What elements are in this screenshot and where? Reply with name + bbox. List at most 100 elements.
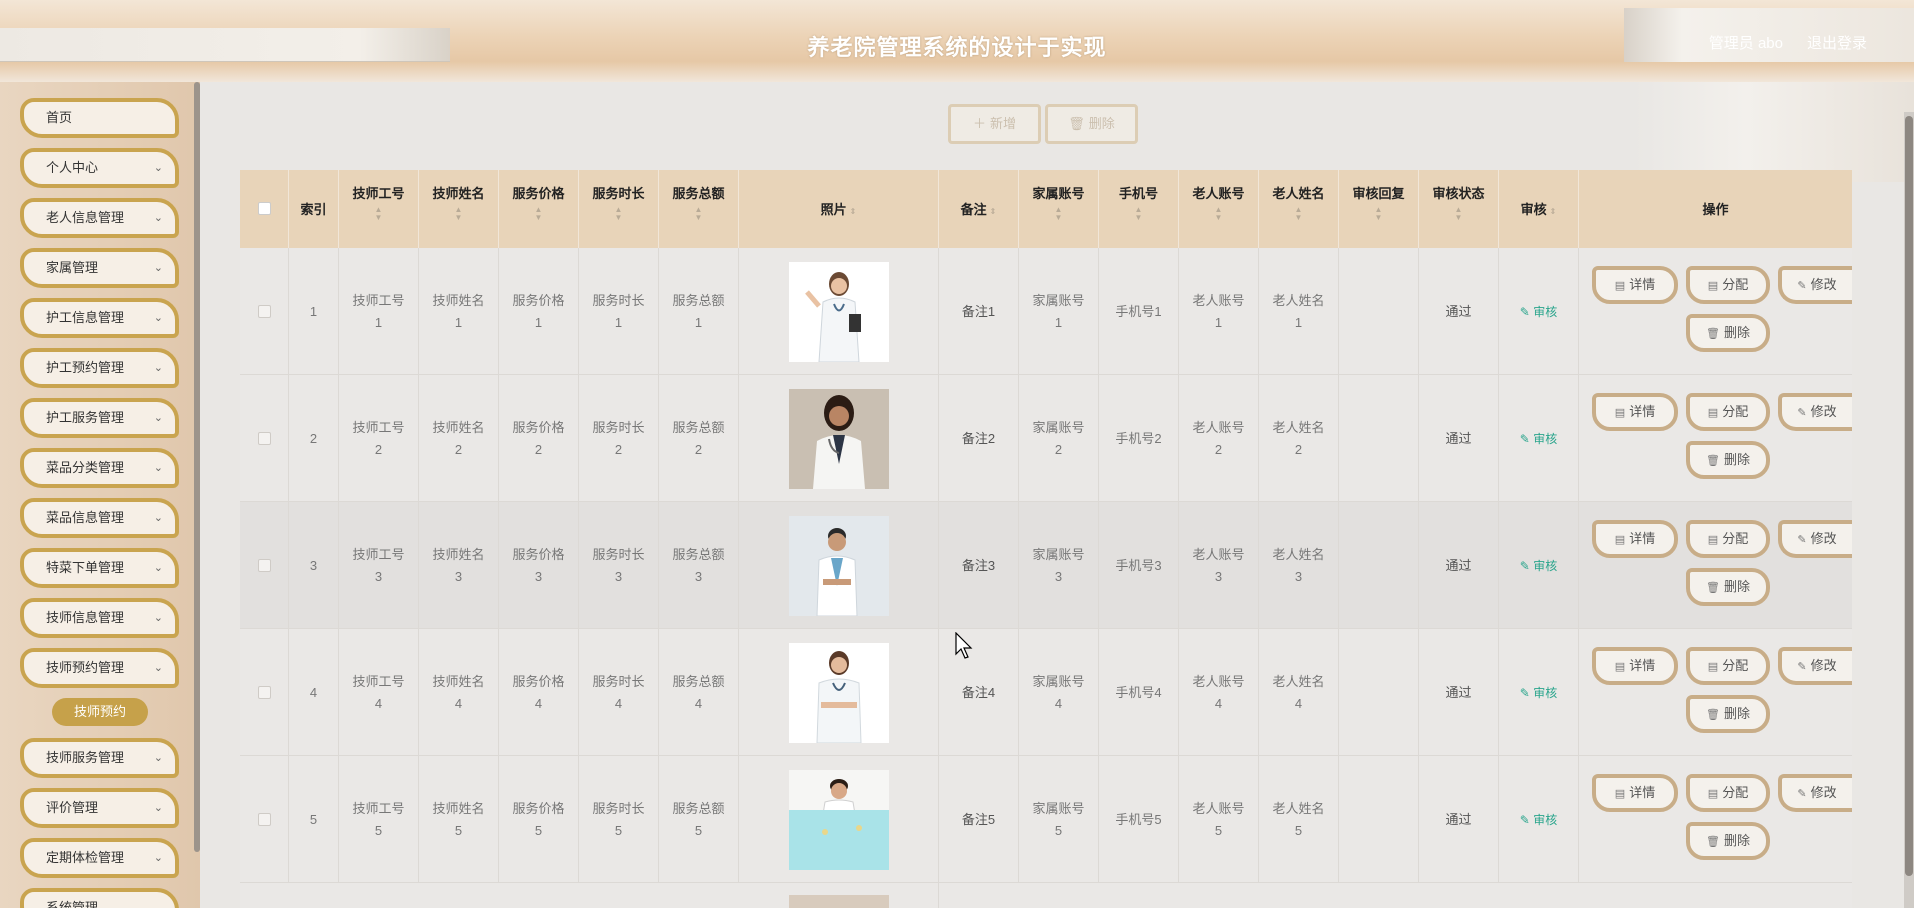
- phone-cell: 手机号5: [1099, 756, 1179, 883]
- row-checkbox[interactable]: [257, 432, 271, 445]
- sort-icon[interactable]: ▲ ▼: [579, 206, 658, 222]
- sidebar-item-review[interactable]: 评价管理 ⌄: [20, 788, 179, 828]
- table-row: 2 技师工号 2 技师姓名 2 服务价格 2 服务时长 2 服务总额 2 备注2 家属账号…: [240, 375, 1852, 502]
- delete-button[interactable]: 🗑 删除: [1686, 822, 1770, 860]
- sidebar-item-technician-info[interactable]: 技师信息管理 ⌄: [20, 598, 179, 638]
- assign-button[interactable]: ▤ 分配: [1686, 774, 1770, 812]
- sidebar-item-special-order[interactable]: 特菜下单管理 ⌄: [20, 548, 179, 588]
- sidebar-item-home[interactable]: 首页: [20, 98, 179, 138]
- assign-button[interactable]: ▤ 分配: [1686, 393, 1770, 431]
- edit-button[interactable]: ✎ 修改: [1778, 266, 1852, 304]
- sort-icon[interactable]: ▲ ▼: [339, 206, 418, 222]
- assign-button[interactable]: ▤ 分配: [1686, 266, 1770, 304]
- sidebar-item-caregiver-service[interactable]: 护工服务管理 ⌄: [20, 398, 179, 438]
- technician-photo[interactable]: [788, 895, 889, 908]
- chevron-down-icon: ⌄: [153, 752, 163, 764]
- header-remark[interactable]: 备注 ⇕: [939, 170, 1019, 248]
- header-photo[interactable]: 照片 ⇕: [739, 170, 939, 248]
- logout-link[interactable]: 退出登录: [1807, 32, 1867, 53]
- total-num: 4: [694, 695, 703, 711]
- audit-link[interactable]: ✎ 审核: [1520, 682, 1557, 704]
- sidebar-item-caregiver-info[interactable]: 护工信息管理 ⌄: [20, 298, 179, 338]
- header-audit-reply[interactable]: 审核回复 ▲ ▼: [1339, 170, 1419, 248]
- detail-button[interactable]: ▤ 详情: [1592, 520, 1678, 558]
- header-audit[interactable]: 审核 ⇕: [1499, 170, 1579, 248]
- edit-button[interactable]: ✎ 修改: [1778, 520, 1852, 558]
- add-button[interactable]: ＋ 新增: [948, 104, 1041, 144]
- header-tech-no[interactable]: 技师工号 ▲ ▼: [339, 170, 419, 248]
- elder-account-text: 老人账号: [1192, 673, 1245, 689]
- header-audit-status[interactable]: 审核状态 ▲ ▼: [1419, 170, 1499, 248]
- detail-button[interactable]: ▤ 详情: [1592, 393, 1678, 431]
- sidebar-item-elder-info[interactable]: 老人信息管理 ⌄: [20, 198, 179, 238]
- header-duration[interactable]: 服务时长 ▲ ▼: [579, 170, 659, 248]
- elder-name-cell: 老人姓名 4: [1259, 629, 1339, 756]
- header-tech-name[interactable]: 技师姓名 ▲ ▼: [419, 170, 499, 248]
- duration-num: 5: [614, 822, 623, 838]
- sidebar-item-checkup[interactable]: 定期体检管理 ⌄: [20, 838, 179, 878]
- sidebar-item-dish-category[interactable]: 菜品分类管理 ⌄: [20, 448, 179, 488]
- technician-photo[interactable]: [788, 261, 889, 362]
- current-user: 管理员 abo: [1708, 35, 1783, 52]
- delete-button[interactable]: 🗑 删除: [1686, 568, 1770, 606]
- edit-button[interactable]: ✎ 修改: [1778, 774, 1852, 812]
- sort-icon[interactable]: ▲ ▼: [1339, 206, 1418, 222]
- sort-icon[interactable]: ⇕: [1550, 207, 1557, 216]
- sort-icon[interactable]: ▲ ▼: [419, 206, 498, 222]
- select-all-checkbox[interactable]: [258, 202, 271, 215]
- elder-name-num: 2: [1294, 441, 1303, 457]
- assign-icon: ▤: [1707, 534, 1719, 546]
- detail-button[interactable]: ▤ 详情: [1592, 774, 1678, 812]
- audit-link[interactable]: ✎ 审核: [1520, 555, 1557, 577]
- sort-icon[interactable]: ▲ ▼: [1259, 206, 1338, 222]
- sidebar-item-family[interactable]: 家属管理 ⌄: [20, 248, 179, 288]
- total-cell: 服务总额 1: [659, 248, 739, 375]
- header-total[interactable]: 服务总额 ▲ ▼: [659, 170, 739, 248]
- main-scrollbar-thumb[interactable]: [1905, 116, 1913, 876]
- row-checkbox[interactable]: [257, 686, 271, 699]
- edit-button[interactable]: ✎ 修改: [1778, 647, 1852, 685]
- delete-button[interactable]: 🗑 删除: [1686, 314, 1770, 352]
- trash-icon: 🗑: [1706, 328, 1720, 340]
- technician-photo[interactable]: [788, 642, 889, 743]
- detail-button[interactable]: ▤ 详情: [1592, 266, 1678, 304]
- sidebar-item-technician-service[interactable]: 技师服务管理 ⌄: [20, 738, 179, 778]
- sort-icon[interactable]: ⇕: [850, 207, 857, 216]
- sidebar-item-technician-booking[interactable]: 技师预约管理 ⌄: [20, 648, 179, 688]
- batch-delete-button[interactable]: 🗑 删除: [1045, 104, 1138, 144]
- header-family-account[interactable]: 家属账号 ▲ ▼: [1019, 170, 1099, 248]
- edit-button[interactable]: ✎ 修改: [1778, 393, 1852, 431]
- delete-button[interactable]: 🗑 删除: [1686, 441, 1770, 479]
- technician-photo[interactable]: [788, 388, 889, 489]
- audit-link[interactable]: ✎ 审核: [1520, 428, 1557, 450]
- row-checkbox[interactable]: [257, 813, 271, 826]
- sidebar-subitem-technician-booking[interactable]: 技师预约: [52, 698, 148, 726]
- header-phone[interactable]: 手机号 ▲ ▼: [1099, 170, 1179, 248]
- technician-photo[interactable]: [788, 515, 889, 616]
- sort-icon[interactable]: ▲ ▼: [499, 206, 578, 222]
- assign-button[interactable]: ▤ 分配: [1686, 520, 1770, 558]
- elder-account-cell: 老人账号 5: [1179, 756, 1259, 883]
- sort-icon[interactable]: ▲ ▼: [659, 206, 738, 222]
- row-checkbox[interactable]: [257, 305, 271, 318]
- assign-button[interactable]: ▤ 分配: [1686, 647, 1770, 685]
- edit-label: 修改: [1810, 658, 1837, 673]
- technician-photo[interactable]: [788, 769, 889, 870]
- sidebar-item-personal-center[interactable]: 个人中心 ⌄: [20, 148, 179, 188]
- sort-icon[interactable]: ⇕: [990, 207, 997, 216]
- header-elder-account[interactable]: 老人账号 ▲ ▼: [1179, 170, 1259, 248]
- sort-icon[interactable]: ▲ ▼: [1019, 206, 1098, 222]
- audit-link[interactable]: ✎ 审核: [1520, 301, 1557, 323]
- detail-button[interactable]: ▤ 详情: [1592, 647, 1678, 685]
- sidebar-item-caregiver-booking[interactable]: 护工预约管理 ⌄: [20, 348, 179, 388]
- sort-icon[interactable]: ▲ ▼: [1179, 206, 1258, 222]
- row-checkbox[interactable]: [257, 559, 271, 572]
- sidebar-item-dish-info[interactable]: 菜品信息管理 ⌄: [20, 498, 179, 538]
- header-price[interactable]: 服务价格 ▲ ▼: [499, 170, 579, 248]
- audit-link[interactable]: ✎ 审核: [1520, 809, 1557, 831]
- delete-button[interactable]: 🗑 删除: [1686, 695, 1770, 733]
- header-elder-name[interactable]: 老人姓名 ▲ ▼: [1259, 170, 1339, 248]
- sort-icon[interactable]: ▲ ▼: [1099, 206, 1178, 222]
- sort-icon[interactable]: ▲ ▼: [1419, 206, 1498, 222]
- sidebar-item-system[interactable]: 系统管理 ⌄: [20, 888, 179, 908]
